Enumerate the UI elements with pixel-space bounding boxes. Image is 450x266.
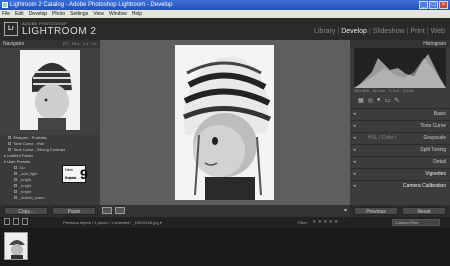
copy-button[interactable]: Copy... [4, 207, 48, 215]
section-detail[interactable]: ◂ Detail [350, 156, 450, 167]
image-canvas [100, 40, 350, 205]
identity-plate: Lr ADOBE PHOTOSHOP LIGHTROOM 2 Library |… [0, 18, 450, 40]
menu-bar: File Edit Develop Photo Settings View Wi… [0, 10, 450, 18]
cursor-annotation: 9 [80, 166, 88, 182]
histogram [354, 48, 446, 88]
graduated-filter-icon[interactable]: ▭ [385, 97, 391, 104]
section-camera-calibration[interactable]: ◂ Camera Calibration [350, 180, 450, 191]
right-panel-buttons: Previous Reset [350, 205, 450, 217]
maximize-button[interactable]: □ [429, 1, 438, 9]
shutter-speed: 1/160 [402, 88, 413, 93]
photo-child-in-knit-hat [175, 45, 274, 200]
expand-icon: ◂ [353, 135, 356, 141]
paste-button[interactable]: Paste [52, 207, 96, 215]
module-slideshow[interactable]: Slideshow [372, 28, 406, 35]
menu-develop[interactable]: Develop [29, 10, 47, 18]
filmstrip-source-path[interactable]: Previous Import / 1 photo / 1 selected /… [63, 217, 162, 228]
section-vignettes[interactable]: ◂ Vignettes [350, 168, 450, 179]
section-split-toning[interactable]: ◂ Split Toning [350, 144, 450, 155]
focal-length: 80 mm [372, 88, 385, 93]
expand-icon: ◂ [353, 159, 356, 165]
reset-button[interactable]: Reset [402, 207, 446, 215]
red-eye-icon[interactable]: ● [377, 97, 381, 103]
close-button[interactable]: × [439, 1, 448, 9]
window-titlebar: Lightroom 2 Catalog - Adobe Photoshop Li… [0, 0, 450, 10]
zoom-3-1[interactable]: 3:1 [91, 40, 97, 48]
custom-filter-select[interactable]: Custom Filter [392, 219, 440, 226]
thumbnail-photo [5, 233, 27, 259]
loupe-view-icon[interactable] [102, 207, 112, 214]
menu-photo[interactable]: Photo [52, 10, 65, 18]
module-print[interactable]: Print [409, 28, 425, 35]
section-basic[interactable]: ◂ Basic [350, 108, 450, 119]
spot-removal-icon[interactable]: ◎ [368, 97, 373, 104]
module-web[interactable]: Web [430, 28, 446, 35]
minimize-button[interactable]: _ [419, 1, 428, 9]
right-panel: Histogram ISO 400 80 mm f / 5.6 1/160 ▦ … [350, 40, 450, 217]
before-after-view-icon[interactable] [115, 207, 125, 214]
product-title: LIGHTROOM 2 [22, 26, 97, 37]
menu-settings[interactable]: Settings [70, 10, 88, 18]
module-develop[interactable]: Develop [340, 28, 368, 35]
expand-icon: ◂ [353, 183, 356, 189]
navigator-title: Navigator [3, 41, 25, 47]
navigator-header[interactable]: Navigator FIT FILL 1:1 3:1 [0, 40, 100, 48]
expand-icon: ◂ [353, 171, 356, 177]
previous-button[interactable]: Previous [354, 207, 398, 215]
grid-view-icon[interactable] [4, 218, 10, 225]
histogram-title: Histogram [423, 41, 446, 47]
iso-value: ISO 400 [354, 88, 369, 93]
window-title: Lightroom 2 Catalog - Adobe Photoshop Li… [10, 2, 173, 8]
histogram-header[interactable]: Histogram [350, 40, 450, 48]
exposure-info: ISO 400 80 mm f / 5.6 1/160 [354, 88, 446, 94]
histogram-graph [354, 54, 446, 88]
adjustment-brush-icon[interactable]: ✎ [394, 97, 399, 104]
expand-icon: ◂ [353, 147, 356, 153]
zoom-1-1[interactable]: 1:1 [83, 40, 89, 48]
develop-tool-strip: ▦ ◎ ● ▭ ✎ [354, 95, 446, 105]
module-picker: Library | Develop | Slideshow | Print | … [313, 28, 446, 35]
filmstrip-view-icons [4, 218, 28, 225]
menu-window[interactable]: Window [109, 10, 127, 18]
navigator-zoom-options: FIT FILL 1:1 3:1 [63, 40, 97, 48]
zoom-fill[interactable]: FILL [72, 40, 80, 48]
menu-file[interactable]: File [2, 10, 10, 18]
preset-item[interactable]: _drama_warm [0, 195, 100, 201]
filmstrip-bar: Previous Import / 1 photo / 1 selected /… [0, 217, 450, 228]
menu-help[interactable]: Help [132, 10, 142, 18]
toolbar-menu-chevron-icon[interactable]: ▾ [344, 207, 347, 214]
left-panel-buttons: Copy... Paste [0, 205, 100, 217]
zoom-fit[interactable]: FIT [63, 40, 69, 48]
section-grayscale[interactable]: ◂ HSL / Color / Grayscale [350, 132, 450, 143]
navigator-preview[interactable] [20, 50, 80, 130]
lightroom-logo: Lr [4, 22, 18, 36]
left-panel: Navigator FIT FILL 1:1 3:1 Sharpen - Por… [0, 40, 100, 217]
menu-view[interactable]: View [93, 10, 104, 18]
section-tone-curve[interactable]: ◂ Tone Curve [350, 120, 450, 131]
expand-icon: ◂ [353, 111, 356, 117]
main-photo[interactable] [175, 45, 274, 200]
secondary-window-icon[interactable] [13, 218, 19, 225]
image-toolbar: ▾ [100, 205, 350, 217]
rating-filter[interactable]: ★★★★★ [312, 217, 339, 228]
filmstrip-thumbnail[interactable] [4, 232, 28, 260]
aperture: f / 5.6 [388, 88, 399, 93]
module-library[interactable]: Library [313, 28, 336, 35]
filter-label: Filter : [298, 220, 310, 225]
hsl-color-tabs[interactable]: HSL / Color / [368, 133, 396, 144]
menu-edit[interactable]: Edit [15, 10, 24, 18]
crop-tool-icon[interactable]: ▦ [358, 97, 364, 104]
app-icon [2, 2, 8, 8]
expand-icon: ◂ [353, 123, 356, 129]
filmstrip [0, 228, 450, 266]
grid-icon[interactable] [22, 218, 28, 225]
navigator-photo-thumbnail [20, 50, 80, 130]
